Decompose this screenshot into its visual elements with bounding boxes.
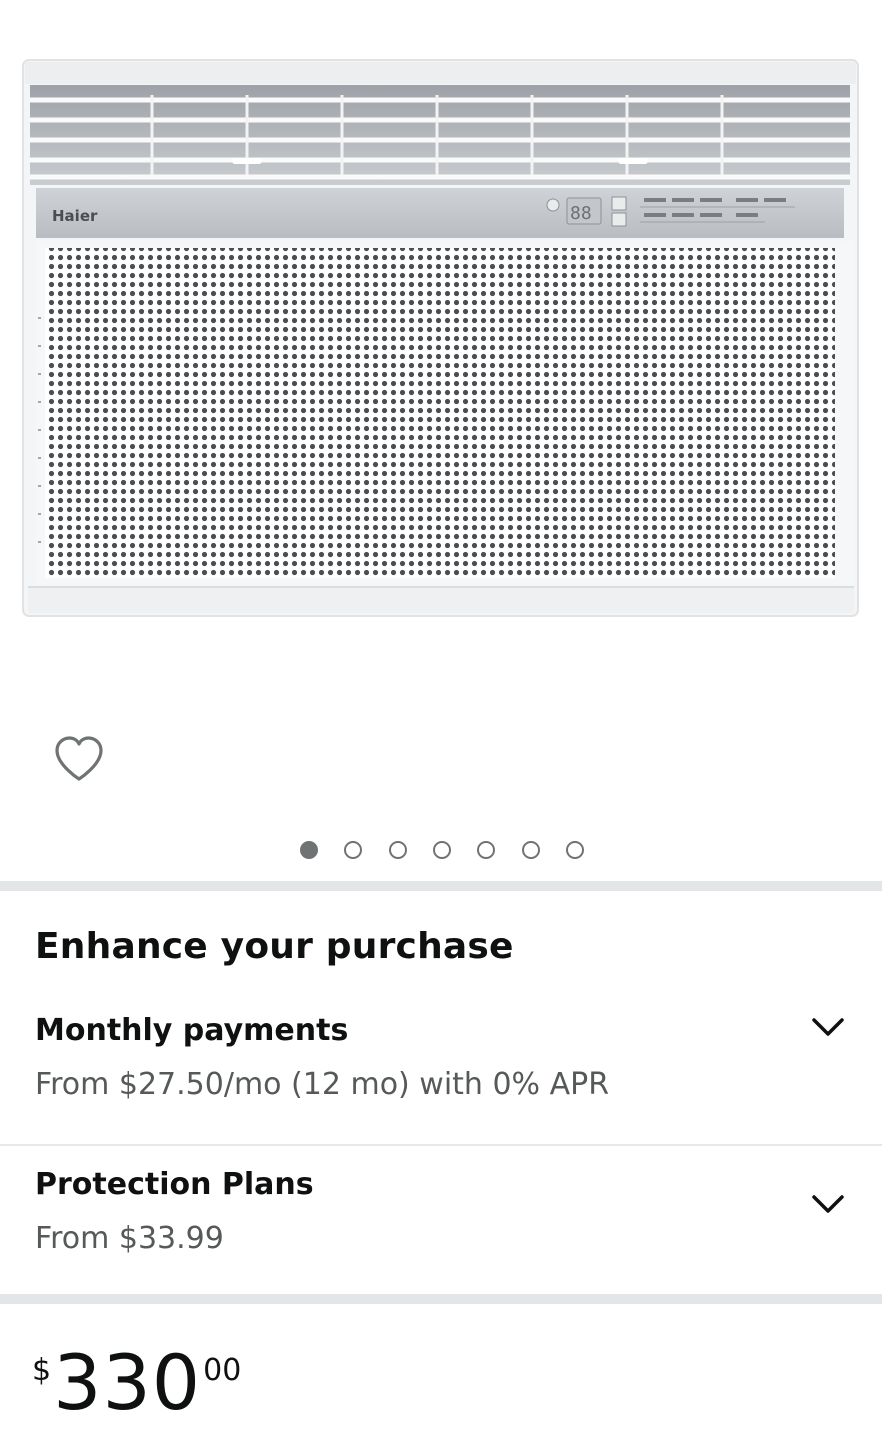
price-whole: 330	[53, 1338, 202, 1427]
image-carousel-indicator	[300, 838, 584, 862]
enhance-section-title: Enhance your purchase	[35, 926, 514, 967]
heart-outline-icon	[55, 736, 103, 781]
protection-plans-title: Protection Plans	[35, 1167, 314, 1202]
add-to-wishlist-button[interactable]	[50, 730, 108, 788]
section-divider	[0, 881, 882, 891]
section-divider	[0, 1294, 882, 1304]
protection-plans-subtitle: From $33.99	[35, 1221, 224, 1256]
chevron-down-icon	[812, 1195, 844, 1213]
price: $ 330 00	[32, 1345, 241, 1425]
chevron-down-icon	[812, 1018, 844, 1036]
price-fraction: 00	[203, 1353, 242, 1388]
carousel-dot-5[interactable]	[477, 841, 496, 859]
monthly-payments-subtitle: From $27.50/mo (12 mo) with 0% APR	[35, 1067, 610, 1102]
carousel-dot-1[interactable]	[300, 841, 318, 859]
carousel-dot-6[interactable]	[521, 841, 540, 859]
protection-plans-expander[interactable]: Protection Plans From $33.99	[0, 1160, 882, 1290]
air-conditioner-illustration: Haier 88	[22, 59, 859, 617]
svg-text:88: 88	[570, 203, 592, 224]
carousel-dot-3[interactable]	[388, 841, 407, 859]
brand-logo: Haier	[52, 207, 98, 225]
price-currency-symbol: $	[32, 1353, 52, 1388]
carousel-dot-4[interactable]	[432, 841, 451, 859]
row-divider	[0, 1144, 882, 1146]
product-image[interactable]: Haier 88	[20, 55, 860, 620]
carousel-dot-2[interactable]	[344, 841, 363, 859]
monthly-payments-title: Monthly payments	[35, 1013, 349, 1048]
monthly-payments-expander[interactable]: Monthly payments From $27.50/mo (12 mo) …	[0, 1005, 882, 1140]
carousel-dot-7[interactable]	[565, 841, 584, 859]
